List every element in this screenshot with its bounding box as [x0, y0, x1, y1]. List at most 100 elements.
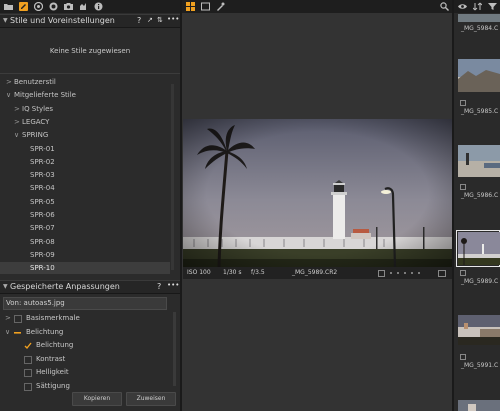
- style-tree-item[interactable]: SPR-04: [0, 182, 170, 194]
- thumbnail-checkbox[interactable]: [460, 270, 466, 276]
- adjustment-checkbox[interactable]: [24, 382, 32, 391]
- style-tree-item[interactable]: > Benutzerstil: [0, 76, 170, 88]
- thumbnail-image[interactable]: [458, 400, 500, 411]
- rating-dot[interactable]: [411, 272, 413, 274]
- adjustment-checkbox[interactable]: [14, 329, 21, 335]
- viewer-toolbar: [182, 0, 452, 13]
- pin-icon[interactable]: ↗: [147, 16, 153, 24]
- info-icon[interactable]: [94, 2, 103, 11]
- copy-button[interactable]: Kopieren: [72, 392, 122, 406]
- style-tree-label: SPR-03: [30, 171, 55, 180]
- image-info-bar: ISO 100 1/30 s f/3.5 _MG_5989.CR2: [183, 267, 452, 279]
- camera-icon[interactable]: [64, 2, 73, 11]
- adjustments-panel-header[interactable]: ▼ Gespeicherte Anpassungen ? •••: [0, 280, 180, 294]
- browser-toolbar: [454, 0, 500, 13]
- palette-icon[interactable]: [79, 2, 88, 11]
- help-icon[interactable]: ?: [157, 282, 161, 291]
- style-tree-item[interactable]: SPR-10: [0, 262, 170, 275]
- style-tree-item[interactable]: SPR-05: [0, 196, 170, 208]
- viewer-checkbox[interactable]: [378, 270, 385, 277]
- adjustment-checkbox[interactable]: [14, 315, 22, 323]
- rating-dot[interactable]: [397, 272, 399, 274]
- adjustment-item[interactable]: Sättigung: [0, 381, 170, 393]
- eye-icon[interactable]: [458, 2, 467, 11]
- style-tree-item[interactable]: SPR-09: [0, 249, 170, 261]
- divider: [0, 73, 180, 74]
- eyedropper-icon[interactable]: [216, 2, 225, 11]
- thumbnail-caption: _MG_5989.C: [461, 278, 499, 285]
- style-tree-label: SPR-04: [30, 184, 55, 193]
- styles-panel-header[interactable]: ▼ Stile und Voreinstellungen ? ↗ ⇅ •••: [0, 14, 180, 28]
- no-styles-message: Keine Stile zugewiesen: [49, 47, 131, 55]
- thumbnail-checkbox[interactable]: [460, 354, 466, 360]
- thumbnail-checkbox[interactable]: [460, 184, 466, 190]
- thumbnail-image[interactable]: [458, 315, 500, 345]
- collapse-arrow-icon[interactable]: ∨: [14, 129, 19, 141]
- thumbnail-caption: _MG_5991.C: [461, 362, 499, 369]
- expand-arrow-icon[interactable]: >: [14, 103, 20, 115]
- iso-value: ISO 100: [187, 269, 211, 276]
- thumbnail-checkbox[interactable]: [460, 100, 466, 106]
- folder-icon[interactable]: [4, 2, 13, 11]
- style-tree-item[interactable]: > IQ Styles: [0, 103, 170, 115]
- thumbnail-image[interactable]: [458, 59, 500, 92]
- style-tree-item[interactable]: SPR-03: [0, 169, 170, 181]
- help-icon[interactable]: ?: [137, 16, 141, 25]
- collapse-arrow-icon[interactable]: ∨: [6, 89, 11, 101]
- rating-dot[interactable]: [390, 272, 392, 274]
- sliders-icon[interactable]: ⇅: [157, 16, 163, 24]
- more-options-icon[interactable]: •••: [167, 281, 179, 289]
- aperture-icon[interactable]: [34, 2, 43, 11]
- expand-arrow-icon[interactable]: >: [14, 116, 20, 128]
- thumbnail-image[interactable]: [458, 232, 500, 265]
- collapse-arrow-icon[interactable]: ∨: [5, 328, 10, 336]
- style-tree-label: SPR-09: [30, 250, 55, 259]
- style-tree-item[interactable]: > LEGACY: [0, 116, 170, 128]
- style-tree-item[interactable]: SPR-02: [0, 156, 170, 168]
- sort-icon[interactable]: [473, 2, 482, 11]
- thumbnail-caption: _MG_5984.C: [461, 25, 499, 32]
- lens-icon[interactable]: [49, 2, 58, 11]
- adjustment-checkbox[interactable]: [24, 342, 32, 350]
- apply-button[interactable]: Zuweisen: [126, 392, 176, 406]
- expand-arrow-icon[interactable]: >: [5, 314, 11, 322]
- thumbnail-image[interactable]: [458, 145, 500, 177]
- adjustment-label: Belichtung: [26, 327, 64, 336]
- edit-icon[interactable]: [19, 2, 28, 11]
- styles-tree-scrollbar[interactable]: [171, 84, 174, 270]
- style-tree-label: LEGACY: [22, 117, 50, 126]
- main-photo[interactable]: [183, 119, 452, 267]
- grid-icon[interactable]: [186, 2, 195, 11]
- filter-icon[interactable]: [488, 2, 497, 11]
- search-icon[interactable]: [440, 2, 449, 11]
- thumbnail-caption: _MG_5986.C: [461, 192, 499, 199]
- style-tree-item[interactable]: SPR-06: [0, 209, 170, 221]
- collapse-triangle-icon[interactable]: ▼: [3, 283, 8, 290]
- thumbnail-caption: _MG_5985.C: [461, 108, 499, 115]
- more-options-icon[interactable]: •••: [167, 15, 179, 23]
- rating-dot[interactable]: [418, 272, 420, 274]
- rating-dot[interactable]: [404, 272, 406, 274]
- adjustment-item[interactable]: Belichtung: [0, 340, 170, 352]
- adjustment-checkbox[interactable]: [24, 355, 32, 364]
- style-tree-item[interactable]: SPR-08: [0, 236, 170, 248]
- thumbnail-image[interactable]: [458, 14, 500, 22]
- adjustment-label: Sättigung: [36, 381, 70, 390]
- adjustment-item[interactable]: > Basismerkmale: [0, 313, 170, 325]
- adjustment-checkbox[interactable]: [24, 369, 32, 377]
- style-tree-item[interactable]: SPR-01: [0, 143, 170, 155]
- style-tree-item[interactable]: ∨ SPRING: [0, 129, 170, 141]
- styles-panel-title: Stile und Voreinstellungen: [10, 16, 115, 25]
- adjustment-source-field[interactable]: Von: autoas5.jpg: [3, 297, 167, 310]
- collapse-triangle-icon[interactable]: ▼: [3, 17, 8, 24]
- adjustment-list-scrollbar[interactable]: [173, 312, 176, 386]
- style-tree-item[interactable]: SPR-07: [0, 222, 170, 234]
- style-tree-item[interactable]: ∨ Mitgelieferte Stile: [0, 89, 170, 101]
- aperture-value: f/3.5: [251, 269, 265, 276]
- expand-arrow-icon[interactable]: >: [6, 76, 12, 88]
- adjustment-item[interactable]: Helligkeit: [0, 367, 170, 379]
- color-tag-box[interactable]: [438, 270, 446, 277]
- adjustment-item[interactable]: ∨ Belichtung: [0, 327, 170, 339]
- frame-icon[interactable]: [201, 2, 210, 11]
- adjustment-item[interactable]: Kontrast: [0, 354, 170, 366]
